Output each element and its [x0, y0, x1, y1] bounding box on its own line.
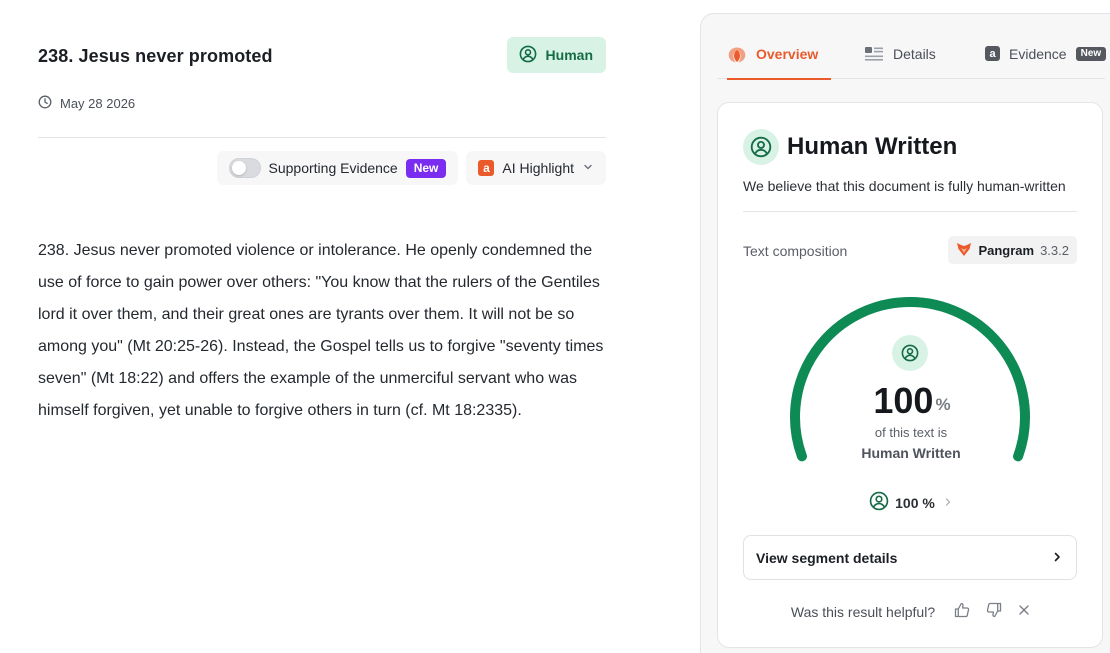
close-icon[interactable]	[1017, 603, 1031, 620]
evidence-icon: a	[985, 46, 1000, 61]
document-date: May 28 2026	[60, 96, 136, 111]
document-title: 238. Jesus never promoted	[38, 46, 273, 66]
human-result-icon	[743, 129, 779, 165]
overview-icon	[727, 46, 747, 67]
chevron-down-icon	[582, 160, 594, 176]
evidence-new-badge: New	[1075, 47, 1107, 61]
gauge-percent: 100%	[718, 381, 1104, 421]
model-name: Pangram	[978, 242, 1035, 258]
text-composition-label: Text composition	[743, 243, 848, 259]
document-date-row: May 28 2026	[38, 95, 606, 112]
document-toolbar: Supporting Evidence New a AI Highlight	[38, 151, 606, 185]
tab-details-label: Details	[893, 46, 936, 62]
view-segment-details-label: View segment details	[756, 549, 898, 566]
gauge-caption-line2: Human Written	[861, 445, 961, 461]
tab-overview[interactable]: Overview	[727, 40, 831, 80]
view-segment-details-button[interactable]: View segment details	[743, 535, 1077, 580]
panel-tabs: Overview Details a Evidence New	[717, 40, 1107, 80]
gauge-human-icon	[892, 335, 928, 371]
clock-icon	[38, 95, 52, 112]
thumbs-down-icon[interactable]	[985, 601, 1003, 622]
document-body: 238. Jesus never promoted violence or in…	[38, 242, 604, 419]
tab-evidence-label: Evidence	[1009, 46, 1067, 62]
ai-highlight-dropdown[interactable]: a AI Highlight	[466, 151, 606, 185]
tab-details[interactable]: Details	[864, 40, 936, 79]
human-breakdown-row[interactable]: 100 %	[718, 491, 1104, 514]
ai-highlight-label: AI Highlight	[502, 160, 574, 176]
chevron-right-icon	[943, 495, 953, 510]
feedback-row: Was this result helpful?	[718, 601, 1104, 622]
tab-evidence[interactable]: a Evidence New	[985, 40, 1107, 79]
gauge-caption-line1: of this text is	[874, 425, 948, 440]
ai-logo-icon: a	[478, 160, 495, 176]
human-icon	[519, 45, 537, 66]
result-divider	[743, 211, 1077, 212]
human-badge-label: Human	[545, 47, 593, 63]
human-small-icon	[869, 491, 889, 514]
tab-overview-label: Overview	[756, 46, 819, 62]
thumbs-up-icon[interactable]	[953, 601, 971, 622]
helpful-prompt: Was this result helpful?	[790, 603, 936, 620]
gauge-percent-value: 100	[873, 380, 934, 421]
supporting-evidence-toggle[interactable]	[228, 158, 261, 178]
result-card: Human Written We believe that this docum…	[717, 102, 1103, 648]
human-badge[interactable]: Human	[506, 37, 606, 73]
model-version-badge: Pangram 3.3.2	[948, 236, 1077, 264]
pangram-logo-icon	[956, 241, 972, 260]
details-icon	[864, 46, 884, 65]
result-title: Human Written	[787, 133, 958, 160]
gauge-percent-sign: %	[935, 395, 951, 414]
supporting-evidence-control[interactable]: Supporting Evidence New	[216, 151, 459, 185]
supporting-evidence-label: Supporting Evidence	[268, 160, 398, 176]
document-column: 238. Jesus never promoted Human May 28 2…	[38, 36, 606, 427]
result-subtitle: We believe that this document is fully h…	[743, 178, 1066, 194]
result-header: Human Written	[743, 129, 957, 165]
human-breakdown-value: 100 %	[895, 494, 935, 511]
model-version: 3.3.2	[1040, 242, 1069, 258]
document-header: 238. Jesus never promoted Human	[38, 36, 606, 76]
new-badge: New	[405, 158, 447, 178]
analysis-panel: Overview Details a Evidence New Human Wr…	[700, 13, 1110, 653]
chevron-right-icon	[1051, 550, 1063, 566]
header-divider	[38, 137, 606, 138]
